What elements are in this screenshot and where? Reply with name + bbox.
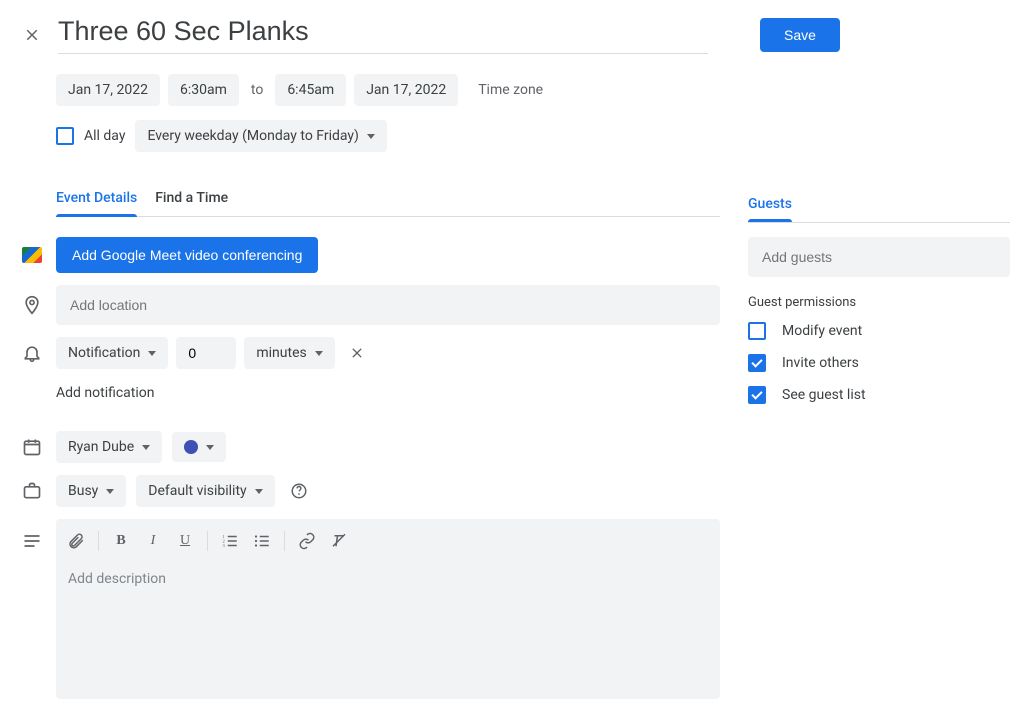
remove-notification-button[interactable] (343, 339, 371, 367)
start-time-picker[interactable]: 6:30am (168, 74, 239, 106)
description-editor[interactable]: B I U 123 (56, 519, 720, 699)
start-date-picker[interactable]: Jan 17, 2022 (56, 74, 160, 106)
color-select[interactable] (172, 432, 226, 462)
bulleted-list-icon[interactable] (246, 525, 278, 557)
end-date-picker[interactable]: Jan 17, 2022 (354, 74, 458, 106)
modify-event-label: Modify event (782, 323, 862, 339)
invite-others-label: Invite others (782, 355, 859, 371)
end-time-picker[interactable]: 6:45am (275, 74, 346, 106)
recurrence-select[interactable]: Every weekday (Monday to Friday) (135, 120, 386, 152)
clear-formatting-icon[interactable] (323, 525, 355, 557)
add-google-meet-button[interactable]: Add Google Meet video conferencing (56, 237, 318, 273)
to-label: to (247, 82, 267, 98)
calendar-icon (20, 435, 44, 459)
see-guest-list-checkbox[interactable] (748, 386, 766, 404)
event-title-input[interactable] (58, 16, 708, 54)
underline-icon[interactable]: U (169, 525, 201, 557)
allday-label: All day (84, 128, 125, 144)
google-meet-icon (20, 243, 44, 267)
numbered-list-icon[interactable]: 123 (214, 525, 246, 557)
color-swatch (184, 440, 198, 454)
notification-unit-select[interactable]: minutes (244, 337, 334, 369)
description-icon (20, 529, 44, 553)
visibility-select[interactable]: Default visibility (136, 475, 274, 507)
description-placeholder: Add description (56, 563, 720, 587)
tab-guests[interactable]: Guests (748, 196, 1010, 223)
location-icon (20, 293, 44, 317)
attach-icon[interactable] (60, 525, 92, 557)
tab-find-time[interactable]: Find a Time (155, 180, 228, 216)
availability-select[interactable]: Busy (56, 475, 126, 507)
toolbar-divider (207, 531, 208, 551)
timezone-link[interactable]: Time zone (474, 82, 547, 98)
tab-event-details[interactable]: Event Details (56, 180, 137, 216)
guest-permissions-title: Guest permissions (748, 295, 1010, 310)
italic-icon[interactable]: I (137, 525, 169, 557)
see-guest-list-label: See guest list (782, 387, 866, 403)
notification-icon (20, 341, 44, 365)
svg-text:3: 3 (223, 543, 226, 548)
allday-checkbox[interactable] (56, 127, 74, 145)
modify-event-checkbox[interactable] (748, 322, 766, 340)
invite-others-checkbox[interactable] (748, 354, 766, 372)
calendar-owner-select[interactable]: Ryan Dube (56, 431, 162, 463)
add-guests-input[interactable] (748, 237, 1010, 277)
toolbar-divider (98, 531, 99, 551)
location-input[interactable] (56, 285, 720, 325)
briefcase-icon (20, 479, 44, 503)
toolbar-divider (284, 531, 285, 551)
add-notification-button[interactable]: Add notification (56, 385, 155, 401)
notification-value-input[interactable] (176, 337, 236, 369)
visibility-help-icon[interactable] (285, 477, 313, 505)
notification-type-select[interactable]: Notification (56, 337, 168, 369)
save-button[interactable]: Save (760, 18, 840, 52)
bold-icon[interactable]: B (105, 525, 137, 557)
link-icon[interactable] (291, 525, 323, 557)
close-icon[interactable] (20, 23, 44, 47)
